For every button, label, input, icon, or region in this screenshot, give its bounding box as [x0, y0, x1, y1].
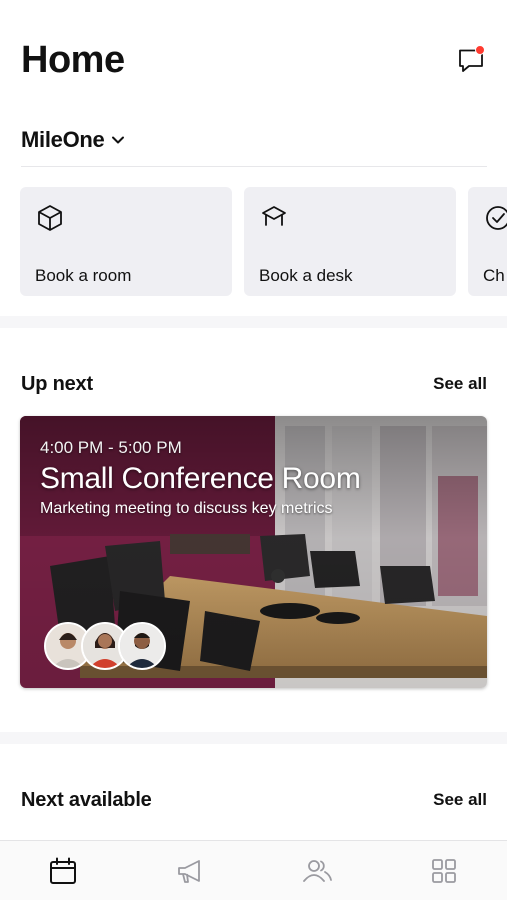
section-separator	[0, 732, 507, 744]
event-description: Marketing meeting to discuss key metrics	[40, 500, 333, 517]
cube-icon	[38, 205, 62, 231]
tab-more[interactable]	[380, 841, 507, 900]
tab-announcements[interactable]	[127, 841, 254, 900]
section-separator	[0, 316, 507, 328]
megaphone-icon	[178, 859, 201, 883]
desk-icon	[262, 206, 286, 226]
quick-actions: Book a room Book a desk Ch	[20, 187, 507, 297]
tab-calendar[interactable]	[0, 841, 127, 900]
chat-button[interactable]	[455, 44, 487, 76]
org-selector[interactable]: MileOne	[21, 124, 126, 156]
check-in-label: Ch	[483, 266, 505, 285]
book-desk-label: Book a desk	[259, 266, 353, 285]
event-time: 4:00 PM - 5:00 PM	[40, 438, 182, 457]
tab-people[interactable]	[254, 841, 381, 900]
event-room-name: Small Conference Room	[40, 462, 361, 495]
next-available-see-all-link[interactable]: See all	[433, 790, 487, 810]
page-title: Home	[21, 39, 125, 81]
grid-icon	[431, 858, 456, 883]
up-next-header: Up next See all	[21, 370, 487, 398]
chevron-down-icon	[112, 136, 125, 144]
divider	[21, 166, 487, 167]
avatar	[118, 622, 166, 670]
bottom-tab-bar	[0, 840, 507, 900]
up-next-title: Up next	[21, 372, 93, 395]
up-next-see-all-link[interactable]: See all	[433, 374, 487, 394]
check-in-tile[interactable]: Ch	[468, 187, 507, 296]
calendar-icon	[50, 857, 77, 884]
notification-badge	[475, 45, 485, 55]
header: Home	[21, 36, 487, 84]
book-desk-tile[interactable]: Book a desk	[244, 187, 456, 296]
check-circle-icon	[486, 206, 507, 230]
book-room-label: Book a room	[35, 266, 132, 285]
book-room-tile[interactable]: Book a room	[20, 187, 232, 296]
next-available-title: Next available	[21, 788, 152, 811]
people-icon	[302, 859, 332, 882]
next-available-header: Next available See all	[21, 786, 487, 814]
upcoming-event-card[interactable]: 4:00 PM - 5:00 PM Small Conference Room …	[20, 416, 487, 688]
org-name: MileOne	[21, 127, 105, 152]
